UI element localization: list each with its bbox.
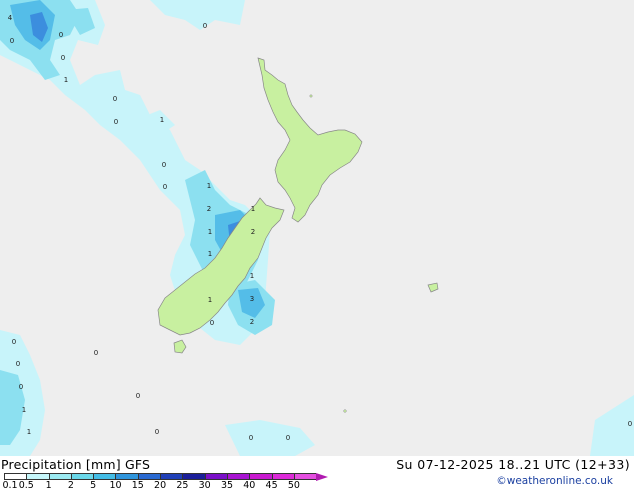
scale-swatch <box>115 473 138 480</box>
contour-label: 1 <box>208 296 212 304</box>
small-island <box>309 94 313 98</box>
map-title: Precipitation [mm] GFS <box>1 457 151 472</box>
contour-label: 0 <box>19 383 23 391</box>
contour-label: 0 <box>59 31 63 39</box>
contour-label: 1 <box>160 116 164 124</box>
contour-label: 0 <box>203 22 207 30</box>
contour-label: 0 <box>12 338 16 346</box>
contour-label: 0 <box>16 360 20 368</box>
scale-tick-label: 15 <box>131 480 144 491</box>
contour-label: 0 <box>61 54 65 62</box>
contour-label: 2 <box>207 205 211 213</box>
scale-swatch <box>93 473 116 480</box>
contour-label: 0 <box>114 118 118 126</box>
scale-swatch <box>226 473 250 480</box>
contour-label: 0 <box>210 319 214 327</box>
scale-tick-label: 2 <box>67 480 74 491</box>
map-footer: Precipitation [mm] GFS Su 07-12-2025 18.… <box>0 456 634 491</box>
scale-tick-label: 20 <box>154 480 167 491</box>
contour-label: 0 <box>286 434 290 442</box>
contour-label: 4 <box>8 14 13 22</box>
contour-label: 1 <box>207 182 211 190</box>
contour-label: 0 <box>10 37 14 45</box>
contour-label: 1 <box>208 228 212 236</box>
scale-swatch <box>182 473 205 480</box>
contour-label: 2 <box>251 228 255 236</box>
valid-time: Su 07-12-2025 18..21 UTC (12+33) <box>396 457 630 472</box>
scale-swatch <box>160 473 183 480</box>
precipitation-map: 4 0 0 0 1 0 0 1 0 0 1 2 1 1 2 1 1 3 1 0 … <box>0 0 634 456</box>
contour-label: 3 <box>250 295 254 303</box>
scale-tick-label: 50 <box>287 480 300 491</box>
scale-swatch <box>48 473 71 480</box>
small-island <box>343 409 347 413</box>
scale-tick-label: 0.5 <box>18 480 34 491</box>
scale-tick-label: 30 <box>198 480 211 491</box>
contour-label: 1 <box>251 205 255 213</box>
scale-tick-label: 25 <box>176 480 189 491</box>
contour-label: 1 <box>27 428 31 436</box>
contour-label: 1 <box>22 406 26 414</box>
scale-arrow <box>316 473 329 481</box>
scale-tick-label: 0.1 <box>2 480 18 491</box>
scale-tick-label: 40 <box>243 480 256 491</box>
scale-tick-label: 5 <box>90 480 97 491</box>
contour-label: 0 <box>94 349 98 357</box>
contour-label: 1 <box>208 250 212 258</box>
contour-label: 1 <box>64 76 68 84</box>
contour-label: 2 <box>250 318 254 326</box>
scale-swatch <box>204 473 227 480</box>
scale-tick-label: 35 <box>220 480 234 491</box>
contour-label: 0 <box>113 95 117 103</box>
scale-swatch <box>271 473 294 480</box>
scale-tick-label: 10 <box>109 480 122 491</box>
contour-label: 0 <box>136 392 140 400</box>
contour-label: 0 <box>628 420 632 428</box>
contour-label: 0 <box>155 428 159 436</box>
scale-swatch <box>70 473 94 480</box>
scale-swatch <box>4 473 27 480</box>
scale-swatch <box>137 473 161 480</box>
scale-tick-label: 45 <box>265 480 278 491</box>
contour-label: 0 <box>162 161 166 169</box>
scale-swatch <box>26 473 49 480</box>
contour-label: 0 <box>249 434 253 442</box>
scale-swatch <box>293 473 317 480</box>
scale-tick-label: 1 <box>45 480 52 491</box>
contour-label: 0 <box>163 183 167 191</box>
sea-background <box>0 0 634 456</box>
contour-label: 1 <box>250 272 254 280</box>
credit-link[interactable]: ©weatheronline.co.uk <box>496 475 613 487</box>
scale-swatch <box>249 473 272 480</box>
